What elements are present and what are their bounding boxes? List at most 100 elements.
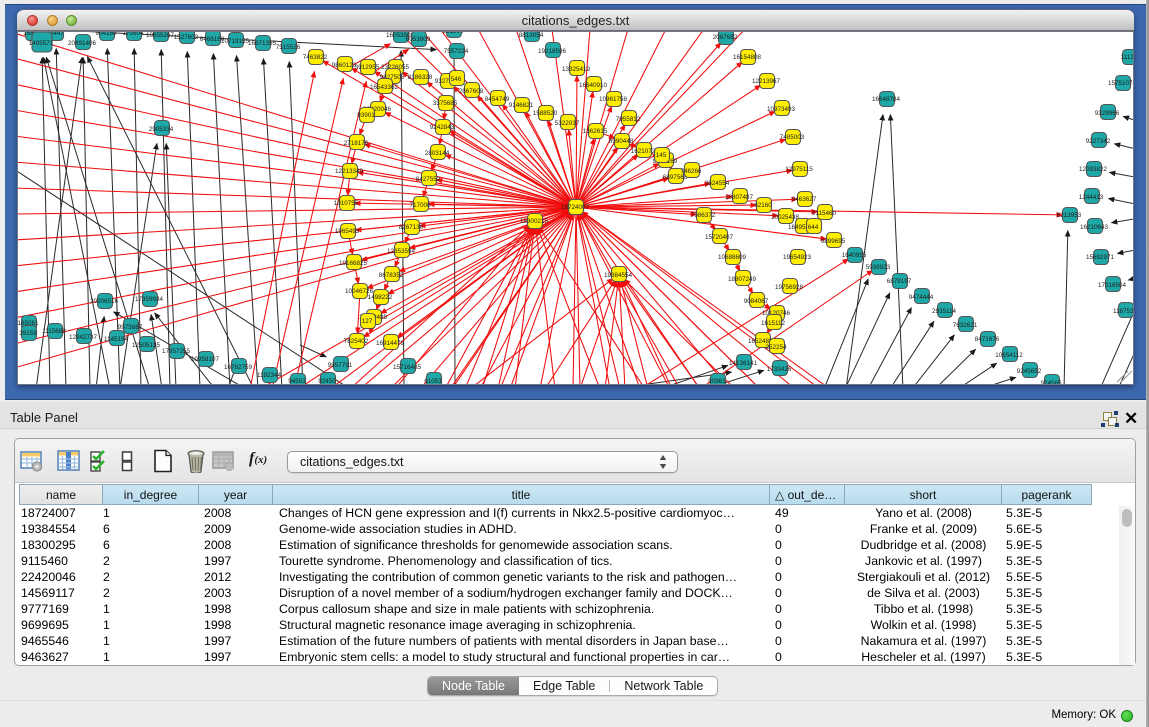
svg-text:6897568: 6897568 (663, 174, 688, 181)
svg-text:10654112: 10654112 (995, 352, 1023, 359)
svg-text:18807249: 18807249 (728, 276, 757, 283)
svg-text:8213953: 8213953 (1057, 212, 1082, 219)
svg-text:20206516: 20206516 (90, 298, 119, 305)
svg-text:15720407: 15720407 (705, 234, 734, 241)
svg-text:10958107: 10958107 (191, 356, 220, 363)
svg-text:8267130: 8267130 (399, 224, 424, 231)
svg-text:19166825: 19166825 (339, 260, 368, 267)
svg-text:93901: 93901 (357, 112, 375, 119)
svg-text:1115688: 1115688 (42, 328, 66, 335)
svg-text:2718176: 2718176 (344, 140, 369, 147)
svg-text:13325419: 13325419 (562, 66, 591, 73)
svg-text:12505135: 12505135 (132, 342, 161, 349)
svg-text:12975115: 12975115 (785, 166, 813, 173)
svg-text:15716485: 15716485 (393, 364, 422, 371)
svg-text:7955812: 7955812 (616, 116, 641, 123)
svg-text:8990448: 8990448 (609, 138, 634, 145)
svg-text:94501: 94501 (288, 378, 306, 385)
svg-text:1244413: 1244413 (1079, 194, 1104, 201)
svg-text:9245652: 9245652 (1017, 368, 1042, 375)
svg-text:1615112: 1615112 (761, 320, 786, 327)
svg-text:16671355: 16671355 (248, 40, 277, 47)
svg-text:1965493: 1965493 (335, 228, 360, 235)
svg-text:12093822: 12093822 (1079, 166, 1108, 173)
svg-text:5938923: 5938923 (866, 264, 891, 271)
svg-text:16648784: 16648784 (872, 96, 901, 103)
svg-text:9227342: 9227342 (1086, 138, 1111, 145)
svg-text:2935114: 2935114 (932, 308, 957, 315)
svg-text:1527602: 1527602 (174, 34, 199, 41)
svg-text:1167530: 1167530 (1113, 308, 1134, 315)
svg-text:10973493: 10973493 (767, 106, 796, 113)
svg-text:8186328: 8186328 (408, 74, 433, 81)
svg-text:145: 145 (656, 152, 667, 159)
svg-text:10655267: 10655267 (146, 32, 175, 39)
svg-text:9242843: 9242843 (430, 124, 455, 131)
svg-text:39159: 39159 (19, 330, 37, 337)
svg-text:1621072: 1621072 (631, 148, 656, 155)
svg-text:12213967: 12213967 (752, 78, 781, 85)
svg-text:3375685: 3375685 (433, 100, 458, 107)
svg-text:8471676: 8471676 (975, 336, 1000, 343)
svg-text:16543362: 16543362 (370, 84, 399, 91)
svg-text:10719155: 10719155 (221, 38, 250, 45)
svg-text:1733426: 1733426 (767, 366, 792, 373)
svg-text:9146821: 9146821 (509, 102, 534, 109)
svg-text:14136141: 14136141 (729, 360, 758, 367)
svg-text:9899695: 9899695 (821, 238, 846, 245)
svg-text:8454749: 8454749 (485, 96, 510, 103)
svg-text:3912955: 3912955 (355, 64, 380, 71)
svg-text:17957255: 17957255 (162, 348, 191, 355)
svg-text:10688609: 10688609 (718, 254, 747, 261)
svg-text:61053: 61053 (424, 378, 442, 385)
svg-text:9474444: 9474444 (909, 294, 934, 301)
svg-text:10807487: 10807487 (725, 194, 754, 201)
svg-text:9860123: 9860123 (332, 62, 357, 69)
svg-text:717006: 717006 (409, 202, 431, 209)
svg-text:2803144: 2803144 (425, 150, 450, 157)
svg-text:19654923: 19654923 (783, 254, 812, 261)
svg-text:1640955: 1640955 (842, 252, 867, 259)
svg-text:1192344: 1192344 (257, 372, 282, 379)
svg-text:252254: 252254 (765, 344, 787, 351)
svg-text:7463822: 7463822 (303, 54, 328, 61)
svg-text:546: 546 (451, 76, 462, 83)
svg-text:1588520: 1588520 (533, 110, 558, 117)
svg-text:8678352: 8678352 (379, 272, 404, 279)
svg-text:6879197: 6879197 (887, 278, 912, 285)
svg-text:7557224: 7557224 (444, 48, 469, 55)
svg-text:127: 127 (362, 318, 373, 325)
svg-text:15300215: 15300215 (520, 218, 549, 225)
svg-text:1405571: 1405571 (29, 40, 54, 47)
svg-text:1362615: 1362615 (583, 128, 608, 135)
svg-text:19218596: 19218596 (538, 48, 567, 55)
svg-text:12353594: 12353594 (387, 248, 416, 255)
svg-text:10025438: 10025438 (771, 214, 800, 221)
svg-text:11120: 11120 (1121, 54, 1134, 61)
svg-text:7625402: 7625402 (344, 338, 369, 345)
svg-text:2087682: 2087682 (713, 34, 738, 41)
svg-text:6053809: 6053809 (406, 36, 431, 43)
svg-text:16154808: 16154808 (733, 54, 762, 61)
svg-text:20691406: 20691406 (68, 40, 97, 47)
svg-text:19384554: 19384554 (604, 272, 633, 279)
svg-text:2867608: 2867608 (459, 88, 484, 95)
svg-text:7986372: 7986372 (691, 212, 716, 219)
svg-text:9329966: 9329966 (1095, 110, 1120, 117)
svg-text:5322037: 5322037 (555, 120, 580, 127)
svg-text:15751074: 15751074 (1108, 80, 1134, 87)
svg-text:15692971: 15692971 (1086, 254, 1115, 261)
svg-text:3624554: 3624554 (705, 180, 730, 187)
svg-text:92450: 92450 (318, 378, 336, 385)
svg-text:18724007: 18724007 (561, 204, 590, 211)
svg-text:1498222: 1498222 (368, 294, 393, 301)
svg-text:8427552: 8427552 (416, 176, 441, 183)
svg-text:17359934: 17359934 (135, 296, 164, 303)
svg-text:10961758: 10961758 (599, 96, 628, 103)
svg-text:17016504: 17016504 (1098, 282, 1127, 289)
svg-text:16640910: 16640910 (579, 82, 608, 89)
svg-text:12213349: 12213349 (335, 168, 364, 175)
svg-text:7515526: 7515526 (276, 44, 301, 51)
svg-text:9975887: 9975887 (118, 324, 143, 331)
svg-text:9084067: 9084067 (744, 298, 769, 305)
